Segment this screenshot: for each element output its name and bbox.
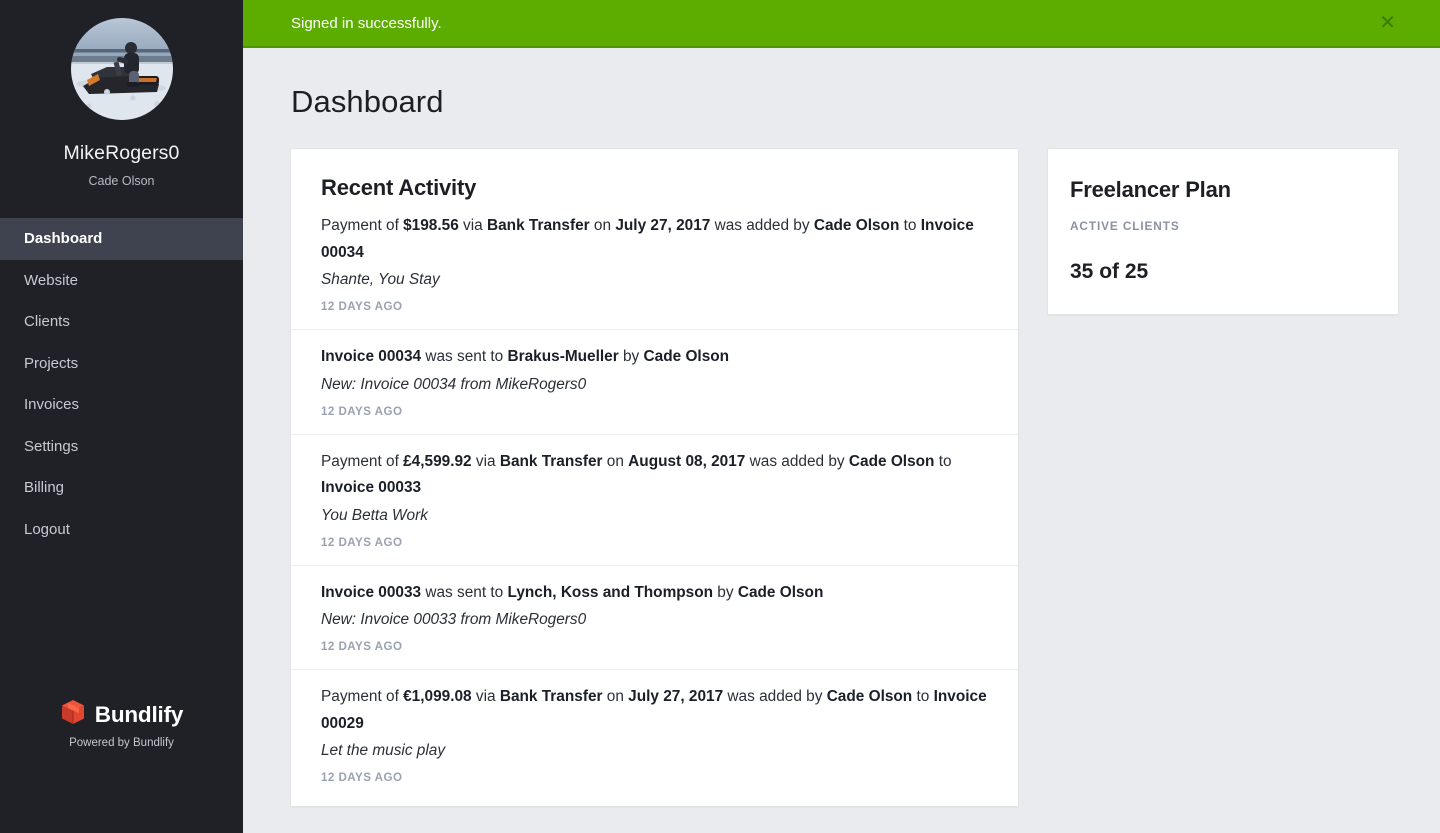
profile-name: MikeRogers0 [63, 142, 180, 164]
activity-highlight[interactable]: Invoice 00034 [321, 348, 421, 365]
activity-highlight[interactable]: Cade Olson [644, 348, 730, 365]
activity-item: Payment of $198.56 via Bank Transfer on … [291, 207, 1018, 329]
sidebar-nav: Dashboard Website Clients Projects Invoices S… [0, 218, 243, 550]
activity-text: was sent to [421, 583, 508, 601]
activity-text: on [589, 217, 616, 234]
activity-description: Payment of €1,099.08 via Bank Transfer o… [321, 684, 988, 737]
activity-highlight[interactable]: Invoice 00033 [321, 584, 421, 601]
activity-text: was added by [710, 217, 814, 234]
activity-highlight[interactable]: €1,099.08 [403, 688, 471, 705]
activity-highlight[interactable]: Bank Transfer [487, 217, 590, 234]
activity-highlight[interactable]: July 27, 2017 [615, 217, 710, 234]
brand-tagline: Powered by Bundlify [69, 737, 174, 749]
sidebar-item-dashboard[interactable]: Dashboard [0, 218, 243, 260]
recent-activity-card: Recent Activity Payment of $198.56 via B… [290, 148, 1019, 807]
activity-highlight[interactable]: £4,599.92 [403, 453, 471, 470]
profile-block: MikeRogers0 Cade Olson [0, 0, 243, 188]
flash-message-text: Signed in successfully. [291, 14, 442, 32]
activity-text: on [602, 452, 629, 470]
sidebar-item-invoices[interactable]: Invoices [0, 384, 243, 426]
activity-description: Invoice 00033 was sent to Lynch, Koss an… [321, 580, 988, 607]
activity-description: Payment of $198.56 via Bank Transfer on … [321, 213, 988, 266]
activity-highlight[interactable]: Lynch, Koss and Thompson [508, 584, 714, 601]
activity-highlight[interactable]: Bank Transfer [500, 688, 603, 705]
sidebar-item-settings[interactable]: Settings [0, 426, 243, 468]
sidebar-item-logout[interactable]: Logout [0, 509, 243, 551]
activity-highlight[interactable]: Cade Olson [827, 688, 913, 705]
flash-message-banner: Signed in successfully. ✕ [243, 0, 1440, 48]
sidebar-item-billing[interactable]: Billing [0, 467, 243, 509]
profile-subtitle: Cade Olson [88, 174, 155, 188]
activity-timestamp: 12 DAYS AGO [321, 640, 403, 653]
activity-note: New: Invoice 00034 from MikeRogers0 [321, 375, 587, 393]
activity-text: by [713, 583, 738, 601]
activity-text: Payment of [321, 217, 404, 234]
close-icon[interactable]: ✕ [1379, 13, 1396, 33]
activity-highlight[interactable]: Bank Transfer [500, 453, 603, 470]
plan-metric-value: 35 of 25 [1070, 260, 1149, 283]
activity-description: Invoice 00034 was sent to Brakus-Mueller… [321, 344, 988, 371]
plan-title: Freelancer Plan [1070, 177, 1231, 202]
sidebar: MikeRogers0 Cade Olson Dashboard Website C… [0, 0, 243, 833]
activity-highlight[interactable]: Cade Olson [849, 453, 935, 470]
activity-timestamp: 12 DAYS AGO [321, 535, 403, 549]
activity-text: to [912, 688, 934, 705]
activity-list: Payment of $198.56 via Bank Transfer on … [291, 207, 1018, 800]
bundlify-cube-logo-icon [60, 699, 86, 730]
main-content: Signed in successfully. ✕ Dashboard Rece… [243, 0, 1440, 833]
activity-text: Payment of [321, 688, 404, 705]
activity-text: via [471, 688, 500, 705]
sidebar-item-website[interactable]: Website [0, 260, 243, 302]
activity-note: Let the music play [321, 742, 446, 759]
activity-highlight[interactable]: Cade Olson [814, 217, 900, 234]
activity-text: Payment of [321, 452, 404, 470]
activity-text: was added by [723, 688, 827, 705]
activity-timestamp: 12 DAYS AGO [321, 300, 403, 313]
recent-activity-title: Recent Activity [321, 175, 477, 200]
dashboard-columns: Recent Activity Payment of $198.56 via B… [290, 148, 1440, 807]
activity-highlight[interactable]: Cade Olson [738, 584, 824, 601]
activity-text: via [458, 217, 487, 234]
activity-highlight[interactable]: Brakus-Mueller [508, 348, 619, 365]
sidebar-item-clients[interactable]: Clients [0, 301, 243, 343]
activity-item: Invoice 00034 was sent to Brakus-Mueller… [291, 329, 1018, 434]
activity-highlight[interactable]: Invoice 00033 [321, 479, 421, 496]
activity-text: was added by [745, 452, 849, 470]
plan-metric-label: ACTIVE CLIENTS [1070, 219, 1180, 233]
activity-text: via [471, 452, 500, 470]
page-title: Dashboard [291, 84, 444, 119]
activity-text: to [934, 452, 952, 470]
activity-timestamp: 12 DAYS AGO [321, 771, 403, 784]
activity-text: to [899, 217, 921, 234]
avatar [70, 18, 173, 120]
plan-card: Freelancer Plan ACTIVE CLIENTS 35 of 25 [1047, 148, 1399, 315]
activity-text: was sent to [421, 348, 508, 365]
activity-note: You Betta Work [321, 506, 428, 524]
activity-item: Invoice 00033 was sent to Lynch, Koss an… [291, 564, 1018, 670]
activity-description: Payment of £4,599.92 via Bank Transfer o… [321, 449, 988, 502]
activity-item: Payment of £4,599.92 via Bank Transfer o… [291, 433, 1018, 565]
activity-highlight[interactable]: $198.56 [403, 217, 459, 234]
activity-timestamp: 12 DAYS AGO [321, 404, 403, 418]
activity-text: by [618, 348, 644, 365]
activity-highlight[interactable]: August 08, 2017 [628, 453, 745, 470]
brand-name: Bundlify [94, 701, 184, 727]
brand-block: Bundlify Powered by Bundlify [0, 699, 243, 749]
activity-item: Payment of €1,099.08 via Bank Transfer o… [291, 669, 1018, 800]
app-root: MikeRogers0 Cade Olson Dashboard Website C… [0, 0, 1440, 833]
activity-highlight[interactable]: July 27, 2017 [628, 688, 723, 705]
activity-text: on [602, 688, 629, 705]
activity-note: New: Invoice 00033 from MikeRogers0 [321, 611, 587, 628]
sidebar-item-projects[interactable]: Projects [0, 343, 243, 385]
activity-note: Shante, You Stay [321, 271, 440, 288]
avatar-snowmobile-photo [70, 18, 173, 120]
